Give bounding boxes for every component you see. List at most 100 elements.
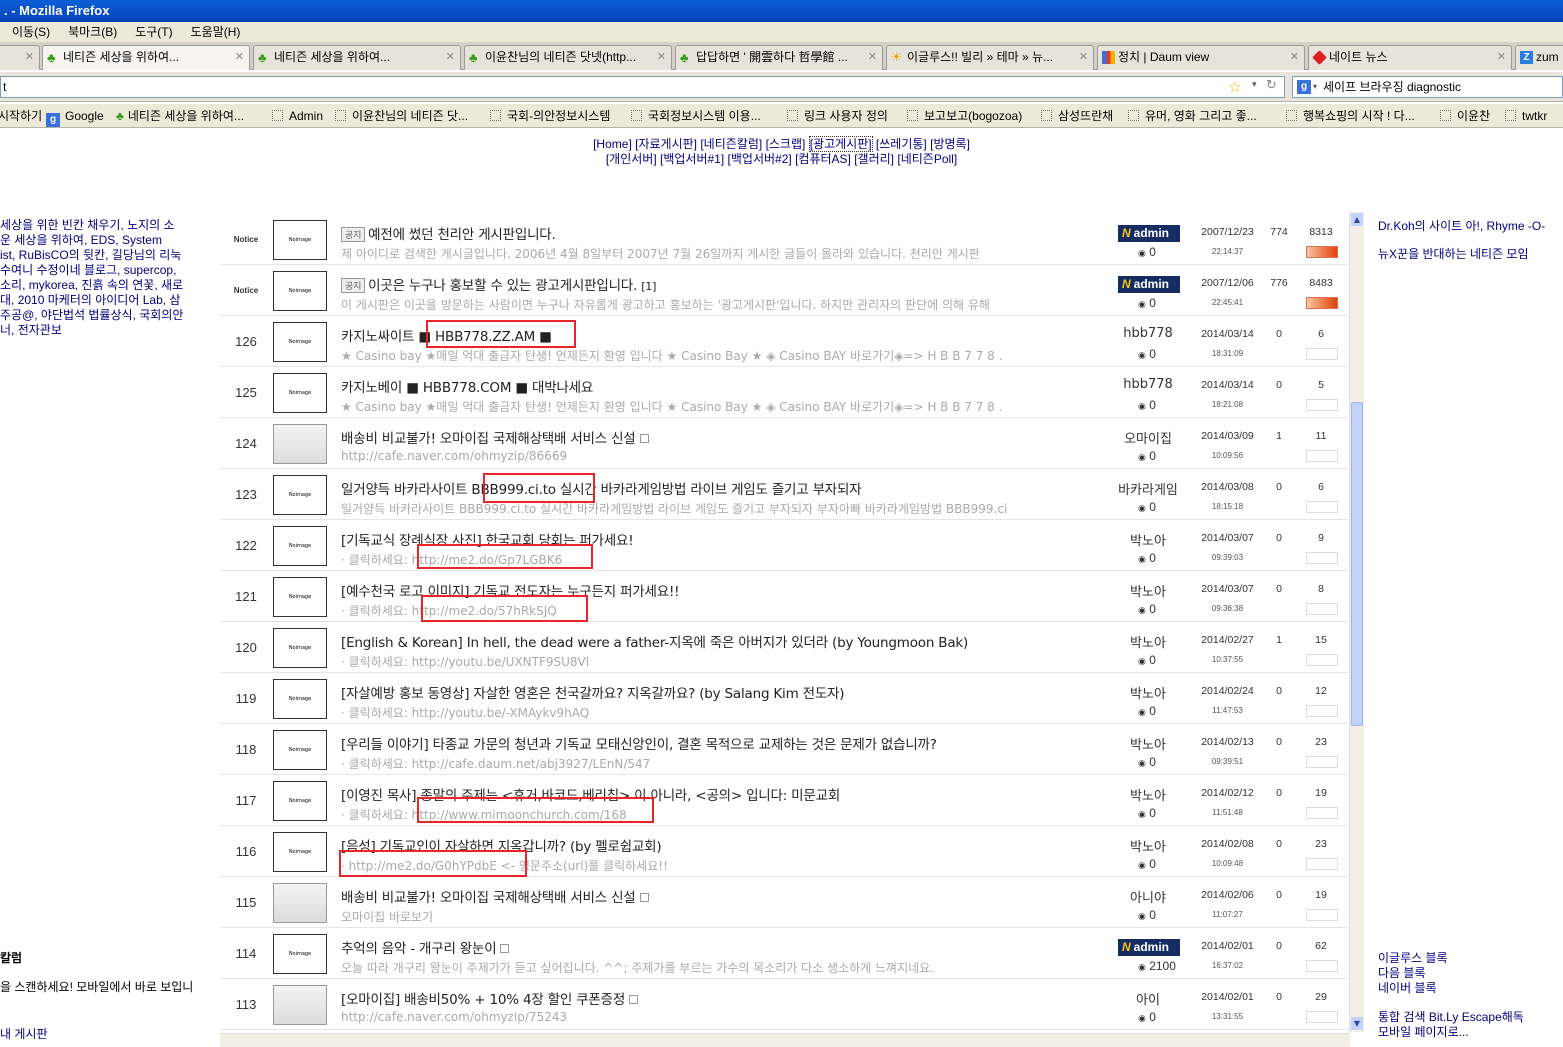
post-title[interactable]: 공지 예전에 썼던 천리안 게시판입니다.	[341, 223, 1111, 243]
post-title[interactable]: 배송비 비교불가! 오마이집 국제해상택배 서비스 신설	[341, 886, 1111, 906]
table-row[interactable]: 118 Noimage [우리들 이야기] 타종교 가문의 청년과 기독교 모태신앙…	[220, 724, 1348, 775]
table-row[interactable]: 117 Noimage [이영진 목사] 종말의 주제는 <휴거,바코드,베리칩> …	[220, 775, 1348, 826]
scroll-up-icon[interactable]: ▲	[1351, 213, 1363, 226]
post-title-text[interactable]: [이영진 목사] 종말의 주제는 <휴거,바코드,베리칩> 이 아니라, <공의…	[341, 788, 840, 804]
bookmark-assembly-info[interactable]: 국회정보시스템 이용...	[631, 104, 761, 127]
search-input[interactable]: 세이프 브라우징 diagnostic	[1292, 76, 1563, 98]
table-row[interactable]: 114 Noimage 추억의 음악 - 개구리 왕눈이 오늘 따라 개구리 왕눈이 …	[220, 928, 1348, 979]
table-row[interactable]: 116 Noimage [음성] 기독교인이 자살하면 지옥갑니까? (by 펠로쉽…	[220, 826, 1348, 877]
tab-philosophy[interactable]: ♣ 답답하면 ' 開雲하다 哲學館 ... ✕	[675, 45, 883, 70]
search-engine-dropdown-icon[interactable]: ▾	[1313, 82, 1317, 91]
bookmark-yunchan-2[interactable]: 이윤찬	[1440, 104, 1490, 127]
menu-bookmarks[interactable]: 북마크(B)	[68, 25, 117, 39]
tab-egloos[interactable]: ☀ 이글루스!! 빌리 » 테마 » 뉴... ✕	[886, 45, 1094, 70]
table-row[interactable]: 113 [오마이집] 배송비50% + 10% 4장 할인 쿠폰증정 http://…	[220, 979, 1348, 1030]
tab-partial[interactable]: ✕	[0, 45, 40, 70]
post-title[interactable]: [자살예방 홍보 동영상] 자살한 영혼은 천국갈까요? 지옥갈까요? (by …	[341, 682, 1111, 702]
post-thumbnail[interactable]	[273, 985, 327, 1025]
bookmark-samsung[interactable]: 삼성뜨란채	[1041, 104, 1113, 127]
nav-ad-board[interactable]: [광고게시판]	[808, 136, 873, 152]
close-icon[interactable]: ✕	[1290, 46, 1299, 69]
post-author[interactable]: 박노아	[1113, 632, 1183, 651]
post-title-text[interactable]: [우리들 이야기] 타종교 가문의 청년과 기독교 모태신앙인이, 결혼 목적으…	[341, 737, 937, 753]
post-author[interactable]: 박노아	[1113, 734, 1183, 753]
post-title-text[interactable]: 예전에 썼던 천리안 게시판입니다.	[368, 227, 556, 243]
post-title[interactable]: [English & Korean] In hell, the dead wer…	[341, 631, 1111, 651]
nav-trash[interactable]: [쓰레기통]	[876, 137, 927, 151]
nav-poll[interactable]: [네티즌Poll]	[897, 152, 957, 166]
link-naver-block[interactable]: 네이버 블록	[1378, 981, 1448, 996]
table-row[interactable]: 126 Noimage 카지노싸이트 ■ HBB778.ZZ.AM ■ ★ Casin…	[220, 316, 1348, 367]
link-line[interactable]: 주공@, 야단법석 법률상식, 국회의안	[0, 308, 215, 323]
link-line[interactable]: 소리, mykorea, 진흙 속의 연꽃, 새로	[0, 278, 215, 293]
tab-netizen-1[interactable]: ♣ 네티즌 세상을 위하여... ✕	[42, 45, 250, 70]
post-title[interactable]: 배송비 비교불가! 오마이집 국제해상택배 서비스 신설	[341, 427, 1111, 447]
post-author[interactable]: 오마이집	[1113, 428, 1183, 447]
post-author[interactable]: 박노아	[1113, 836, 1183, 855]
link-daum-block[interactable]: 다음 블록	[1378, 966, 1448, 981]
dropdown-icon[interactable]: ▾	[1252, 80, 1257, 90]
tab-nate-news[interactable]: 네이트 뉴스 ✕	[1308, 45, 1512, 70]
post-thumbnail[interactable]: Noimage	[273, 271, 327, 311]
nav-column[interactable]: [네티즌칼럼]	[700, 137, 762, 151]
bookmark-netizen[interactable]: ♣ 네티즌 세상을 위하여...	[116, 104, 244, 127]
bookmark-twtkr[interactable]: twtkr	[1505, 104, 1547, 127]
post-thumbnail[interactable]: Noimage	[273, 781, 327, 821]
post-title-text[interactable]: [예수천국 로고 이미지] 기독교 전도자는 누구든지 퍼가세요!!	[341, 584, 680, 600]
tab-zum[interactable]: Zzum	[1515, 45, 1563, 70]
link-egloos-block[interactable]: 이글루스 블록	[1378, 951, 1448, 966]
scroll-thumb[interactable]	[1351, 402, 1363, 726]
post-author[interactable]: hbb778	[1113, 377, 1183, 392]
table-row[interactable]: 123 Noimage 일거양득 바카라사이트 BBB999.ci.to 실시간 바…	[220, 469, 1348, 520]
table-row[interactable]: Notice Noimage 공지 이곳은 누구나 홍보할 수 있는 광고게시판입니다…	[220, 265, 1348, 316]
close-icon[interactable]: ✕	[446, 46, 455, 69]
close-icon[interactable]: ✕	[868, 46, 877, 69]
horizontal-scrollbar[interactable]	[220, 1033, 1350, 1047]
bookmark-bogozoa[interactable]: 보고보고(bogozoa)	[907, 104, 1022, 127]
post-thumbnail[interactable]: Noimage	[273, 679, 327, 719]
menu-help[interactable]: 도움말(H)	[191, 25, 241, 39]
link-line[interactable]: 대, 2010 마케터의 아이디어 Lab, 삼	[0, 293, 215, 308]
reload-icon[interactable]: ↻	[1266, 78, 1277, 93]
post-title-text[interactable]: 카지노베이 ■ HBB778.COM ■ 대박나세요	[341, 380, 593, 396]
post-thumbnail[interactable]	[273, 424, 327, 464]
post-thumbnail[interactable]: Noimage	[273, 628, 327, 668]
link-line[interactable]: ist, RuBisCO의 뒷칸, 길당님의 리눅	[0, 248, 215, 263]
link-anti-newx[interactable]: 뉴X꾼을 반대하는 네티즌 모임	[1378, 247, 1545, 262]
admin-badge[interactable]: Nadmin	[1118, 276, 1180, 293]
table-row[interactable]: 125 Noimage 카지노베이 ■ HBB778.COM ■ 대박나세요 ★ Ca…	[220, 367, 1348, 452]
post-title[interactable]: [음성] 기독교인이 자살하면 지옥갑니까? (by 펠로쉽교회)	[341, 835, 1111, 855]
post-title[interactable]: 추억의 음악 - 개구리 왕눈이	[341, 937, 1111, 957]
nav-personal-server[interactable]: [개인서버]	[606, 152, 657, 166]
post-title[interactable]: [오마이집] 배송비50% + 10% 4장 할인 쿠폰증정	[341, 988, 1111, 1008]
nav-home[interactable]: [Home]	[593, 137, 632, 151]
url-field[interactable]: t	[0, 76, 1285, 98]
nav-scrap[interactable]: [스크랩]	[766, 137, 806, 151]
bottom-link[interactable]: 내 게시판	[0, 1025, 48, 1042]
post-thumbnail[interactable]	[273, 883, 327, 923]
post-thumbnail[interactable]: Noimage	[273, 322, 327, 362]
close-icon[interactable]: ✕	[657, 46, 666, 69]
post-title-text[interactable]: 추억의 음악 - 개구리 왕눈이	[341, 941, 497, 957]
admin-badge[interactable]: Nadmin	[1118, 939, 1180, 956]
post-title-text[interactable]: [음성] 기독교인이 자살하면 지옥갑니까? (by 펠로쉽교회)	[341, 839, 662, 855]
post-thumbnail[interactable]: Noimage	[273, 373, 327, 413]
nav-backup-2[interactable]: [백업서버#2]	[728, 152, 792, 166]
link-line[interactable]: 수여니 수정이네 블로그, supercop,	[0, 263, 215, 278]
post-title-text[interactable]: 일거양득 바카라사이트 BBB999.ci.to 실시간 바카라게임방법 라이브…	[341, 482, 862, 498]
post-title-text[interactable]: [오마이집] 배송비50% + 10% 4장 할인 쿠폰증정	[341, 992, 625, 1008]
menu-tools[interactable]: 도구(T)	[135, 25, 172, 39]
post-thumbnail[interactable]: Noimage	[273, 934, 327, 974]
post-author[interactable]: hbb778	[1113, 326, 1183, 341]
close-icon[interactable]: ✕	[1497, 46, 1506, 69]
nav-guestbook[interactable]: [방명록]	[930, 137, 970, 151]
admin-badge[interactable]: Nadmin	[1118, 225, 1180, 242]
bookmark-shopping[interactable]: 행복쇼핑의 시작 ! 다...	[1286, 104, 1415, 127]
nav-gallery[interactable]: [갤러리]	[854, 152, 894, 166]
post-thumbnail[interactable]: Noimage	[273, 220, 327, 260]
bookmark-google[interactable]: g Google	[46, 104, 104, 127]
post-title[interactable]: [기독교식 장례식장 사진] 한국교회 당회는 퍼가세요!	[341, 529, 1111, 549]
table-row[interactable]: 122 Noimage [기독교식 장례식장 사진] 한국교회 당회는 퍼가세요! ·…	[220, 520, 1348, 571]
link-drkoh[interactable]: Dr.Koh의 사이트 아!, Rhyme -O-	[1378, 219, 1545, 234]
post-title[interactable]: 카지노베이 ■ HBB778.COM ■ 대박나세요	[341, 376, 1111, 396]
